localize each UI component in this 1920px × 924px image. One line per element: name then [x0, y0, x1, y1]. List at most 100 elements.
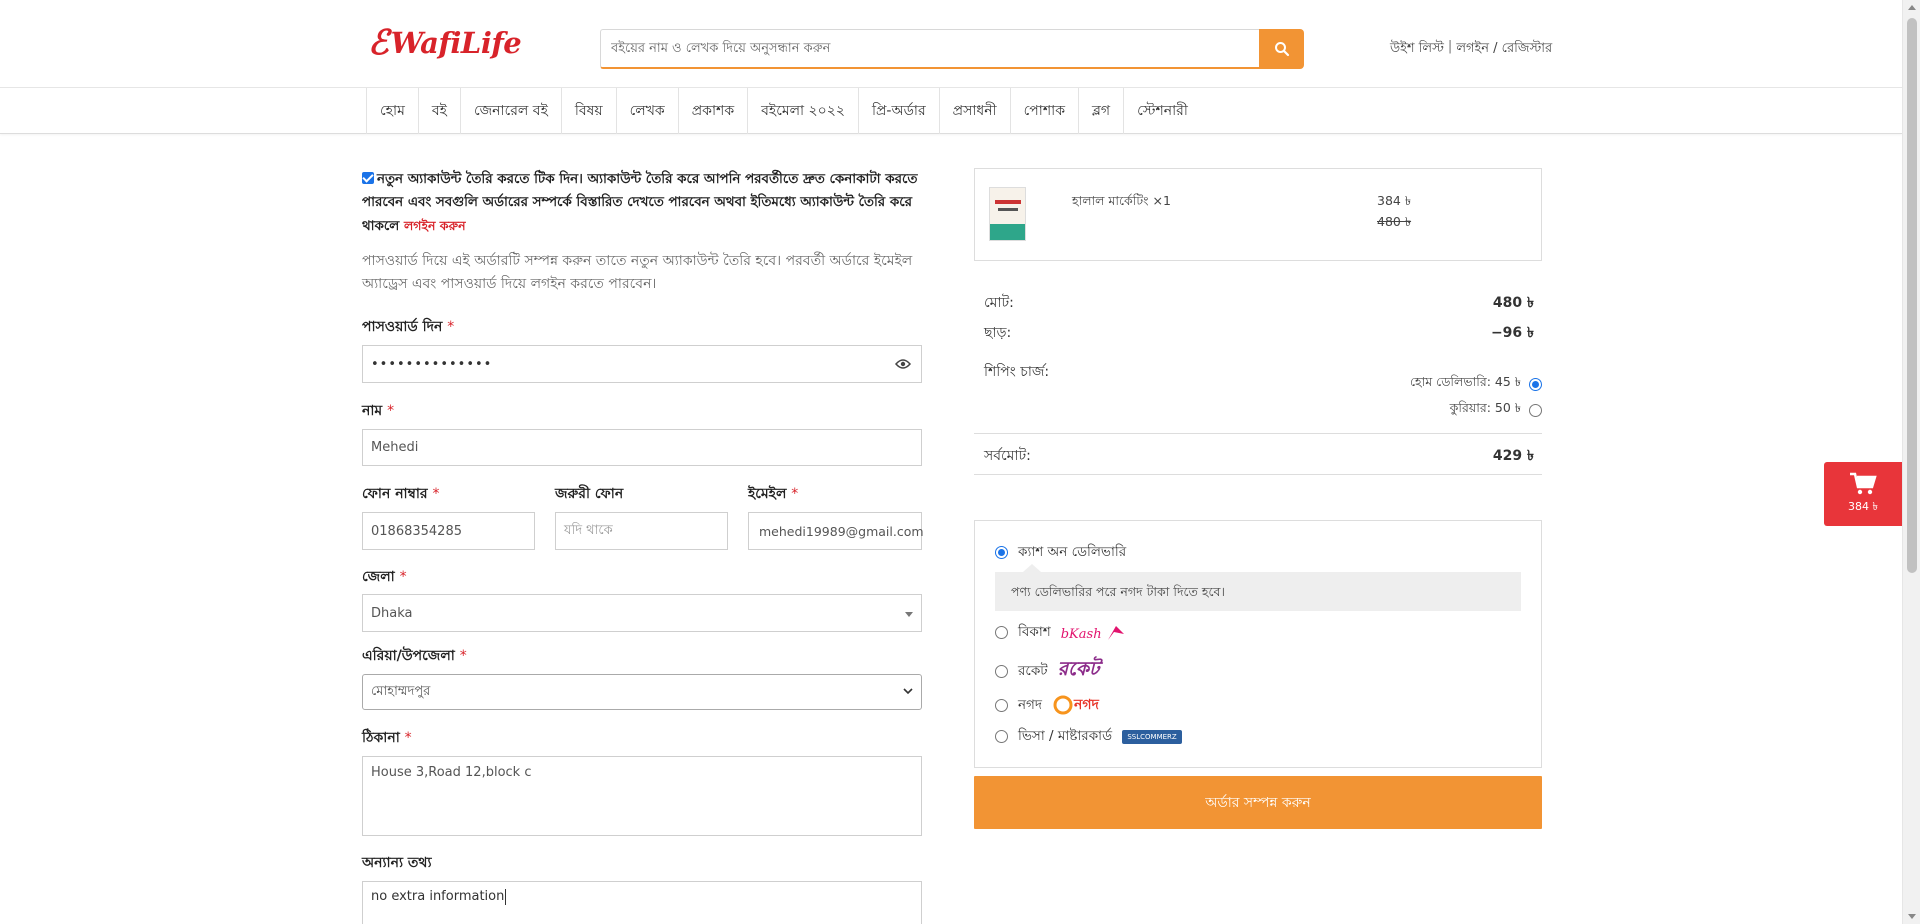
address-textarea[interactable]: House 3,Road 12,block c — [362, 756, 922, 836]
wishlist-link[interactable]: উইশ লিস্ট — [1390, 39, 1444, 60]
phone-value: 01868354285 — [371, 523, 462, 539]
nav-item[interactable]: বইমেলা ২০২২ — [747, 88, 858, 134]
link-separator: | — [1447, 39, 1453, 54]
discount-label: ছাড়: — [984, 325, 1012, 341]
rocket-logo-icon: রকেট — [1057, 658, 1100, 680]
password-label: পাসওয়ার্ড দিন * — [362, 319, 455, 335]
area-label: এরিয়া/উপজেলা * — [362, 648, 467, 664]
scroll-up-icon[interactable] — [1908, 5, 1916, 10]
page-scrollbar[interactable] — [1902, 0, 1920, 924]
payment-card-radio[interactable] — [995, 730, 1008, 743]
payment-rocket-option[interactable]: রকেট রকেট — [995, 655, 1099, 687]
search-input[interactable] — [600, 29, 1259, 69]
email-value: mehedi19989@gmail.com — [759, 523, 924, 539]
grand-total-label: সর্বমোট: — [984, 448, 1031, 464]
nav-item[interactable]: বিষয় — [560, 88, 616, 134]
name-label: নাম * — [362, 403, 395, 419]
payment-bkash-radio[interactable] — [995, 626, 1008, 639]
nav-item[interactable]: পোশাক — [1009, 88, 1078, 134]
payment-methods: ক্যাশ অন ডেলিভারি পণ্য ডেলিভারির পরে নগদ… — [974, 520, 1542, 768]
notice-login-link[interactable]: লগইন করুন — [404, 218, 466, 233]
nav-item[interactable]: প্রকাশক — [677, 88, 747, 134]
book-cover-image[interactable] — [989, 187, 1026, 241]
payment-nagad-radio[interactable] — [995, 698, 1008, 712]
nav-item[interactable]: ব্লগ — [1078, 88, 1123, 134]
subtotal-label: মোট: — [984, 295, 1014, 311]
login-register-link[interactable]: লগইন / রেজিস্টার — [1456, 39, 1552, 60]
payment-cod-option[interactable]: ক্যাশ অন ডেলিভারি — [995, 541, 1126, 564]
ship-courier-label: কুরিয়ার: 50 ৳ — [1449, 400, 1521, 415]
create-account-notice: নতুন অ্যাকাউন্ট তৈরি করতে টিক দিন। অ্যাক… — [362, 168, 922, 238]
text-cursor — [505, 889, 507, 905]
subtotal-value: 480 ৳ — [1492, 295, 1534, 311]
address-value: House 3,Road 12,block c — [371, 765, 532, 780]
scrollbar-thumb[interactable] — [1907, 18, 1917, 573]
ship-courier-radio[interactable] — [1529, 403, 1542, 417]
payment-nagad-label: নগদ — [1018, 696, 1042, 713]
grand-total-row: সর্বমোট: 429 ৳ — [984, 444, 1542, 468]
password-help-text: পাসওয়ার্ড দিয়ে এই অর্ডারটি সম্পন্ন করু… — [362, 253, 913, 292]
chevron-down-icon — [903, 688, 913, 695]
email-label: ইমেইল * — [748, 486, 799, 502]
subtotal-row: মোট: 480 ৳ — [984, 291, 1542, 315]
area-value: মোহাম্মদপুর — [371, 683, 431, 699]
nav-item[interactable]: লেখক — [615, 88, 678, 134]
logo-text: WafiLife — [390, 26, 522, 60]
wafilife-logo[interactable]: ℰ WafiLife — [368, 16, 522, 70]
alt-phone-placeholder: যদি থাকে — [564, 522, 613, 538]
main-nav: হোম বই জেনারেল বই বিষয় লেখক প্রকাশক বইমেলা ২০… — [0, 88, 1902, 134]
payment-cod-label: ক্যাশ অন ডেলিভারি — [1018, 544, 1127, 560]
nav-item[interactable]: প্রি-অর্ডার — [857, 88, 939, 134]
other-info-label: অন্যান্য তথ্য — [362, 855, 432, 871]
discount-row: ছাড়: −96 ৳ — [984, 321, 1542, 345]
district-label: জেলা * — [362, 569, 407, 585]
nav-item[interactable]: বই — [417, 88, 460, 134]
scroll-down-icon[interactable] — [1908, 914, 1916, 919]
name-field[interactable]: Mehedi — [362, 429, 922, 466]
other-info-textarea[interactable]: no extra information — [362, 881, 922, 924]
floating-cart-amount: 384 ৳ — [1848, 499, 1878, 513]
show-password-icon[interactable] — [895, 358, 911, 370]
password-field[interactable]: •••••••••••••• — [362, 345, 922, 383]
site-header: ℰ WafiLife উইশ লিস্ট | লগইন / রেজিস্টার — [0, 0, 1902, 88]
shipping-label: শিপিং চার্জ: — [984, 364, 1050, 380]
phone-label: ফোন নাম্বার * — [362, 486, 440, 502]
nav-item[interactable]: জেনারেল বই — [459, 88, 561, 134]
phone-field[interactable]: 01868354285 — [362, 512, 535, 550]
email-field[interactable]: mehedi19989@gmail.com — [748, 512, 924, 550]
nav-item[interactable]: স্টেশনারী — [1123, 88, 1201, 134]
nagad-logo-icon: নগদ — [1052, 693, 1099, 717]
cart-icon — [1850, 472, 1877, 494]
ship-home-option[interactable]: হোম ডেলিভারি: 45 ৳ — [1410, 374, 1542, 394]
cart-item-box: হালাল মার্কেটিং ×1 384 ৳ 480 ৳ — [974, 168, 1542, 261]
ship-home-radio[interactable] — [1529, 377, 1542, 391]
ship-home-label: হোম ডেলিভারি: 45 ৳ — [1409, 374, 1521, 389]
payment-rocket-label: রকেট — [1018, 662, 1048, 679]
search-button[interactable] — [1259, 29, 1304, 69]
cod-note: পণ্য ডেলিভারির পরে নগদ টাকা দিতে হবে। — [995, 564, 1521, 611]
name-value: Mehedi — [371, 440, 419, 455]
floating-cart-button[interactable]: 384 ৳ — [1824, 462, 1902, 526]
address-label: ঠিকানা * — [362, 730, 412, 746]
create-account-checkbox[interactable] — [362, 172, 374, 184]
ship-courier-option[interactable]: কুরিয়ার: 50 ৳ — [1450, 400, 1542, 420]
payment-card-option[interactable]: ভিসা / মাষ্টারকার্ড SSLCOMMERZ — [995, 725, 1183, 748]
nav-item[interactable]: হোম — [366, 88, 418, 134]
area-select[interactable]: মোহাম্মদপুর — [362, 674, 922, 710]
payment-cod-radio[interactable] — [995, 546, 1008, 559]
place-order-button[interactable]: অর্ডার সম্পন্ন করুন — [974, 776, 1542, 829]
district-select[interactable]: Dhaka — [362, 594, 922, 632]
checkout-form: নতুন অ্যাকাউন্ট তৈরি করতে টিক দিন। অ্যাক… — [362, 168, 922, 296]
alt-phone-label: জরুরী ফোন — [555, 486, 624, 502]
district-value: Dhaka — [371, 605, 413, 621]
payment-bkash-option[interactable]: বিকাশ bKash — [995, 621, 1126, 644]
search-bar — [600, 29, 1304, 69]
nav-item[interactable]: প্রসাধনী — [938, 88, 1010, 134]
cart-item-name[interactable]: হালাল মার্কেটিং ×1 — [1072, 193, 1171, 213]
summary-divider — [974, 433, 1542, 434]
sslcommerz-logo-icon: SSLCOMMERZ — [1122, 729, 1183, 744]
payment-rocket-radio[interactable] — [995, 664, 1008, 678]
other-info-value: no extra information — [371, 889, 505, 904]
alt-phone-field[interactable]: যদি থাকে — [555, 512, 728, 550]
payment-nagad-option[interactable]: নগদ নগদ — [995, 693, 1099, 717]
